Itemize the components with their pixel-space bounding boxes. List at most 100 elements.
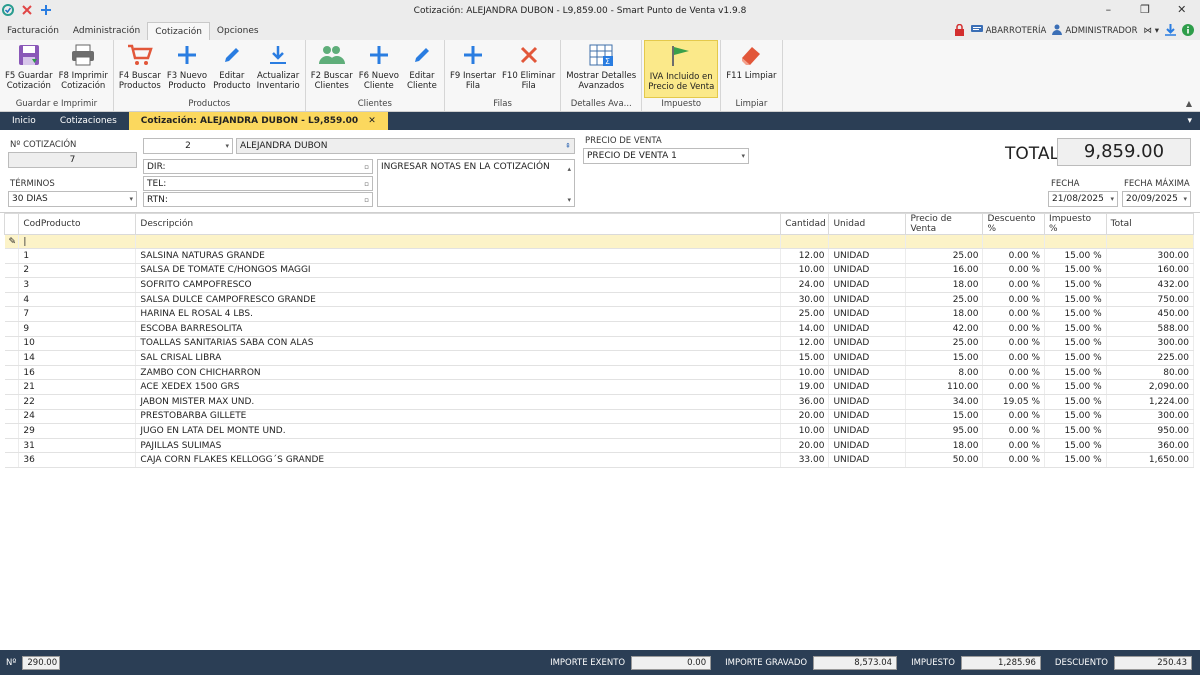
edit-product-button[interactable]: Editar Producto [210, 40, 253, 98]
table-cell[interactable]: 25.00 [780, 306, 830, 322]
new-client-button[interactable]: F6 Nuevo Cliente [356, 40, 402, 98]
info-icon[interactable] [1182, 23, 1194, 39]
table-cell[interactable]: 15.00 % [1044, 277, 1107, 293]
table-cell[interactable]: 50.00 [905, 452, 984, 468]
table-cell[interactable]: 15.00 % [1044, 452, 1107, 468]
table-cell[interactable]: 15.00 % [1044, 350, 1107, 366]
table-cell[interactable]: UNIDAD [828, 350, 907, 366]
table-cell[interactable]: 1,224.00 [1106, 394, 1195, 410]
client-card-icon[interactable]: ⇞ [565, 139, 571, 153]
table-cell[interactable]: 12.00 [780, 336, 830, 352]
table-cell[interactable]: UNIDAD [828, 277, 907, 293]
table-cell[interactable]: 3 [18, 277, 137, 293]
table-row[interactable]: 24 PRESTOBARBA GILLETE 20.00 UNIDAD 15.00 0.0… [4, 409, 1195, 425]
table-row[interactable]: 31 PAJILLAS SULIMAS 20.00 UNIDAD 18.00 0.00 %… [4, 438, 1195, 454]
advanced-details-button[interactable]: Σ Mostrar Detalles Avanzados [563, 40, 639, 98]
save-quote-button[interactable]: F5 Guardar Cotización [2, 40, 56, 98]
tab-cotizaciones[interactable]: Cotizaciones [48, 112, 129, 130]
table-cell[interactable]: UNIDAD [828, 292, 907, 308]
table-cell[interactable]: 36.00 [780, 394, 830, 410]
table-cell[interactable]: UNIDAD [828, 336, 907, 352]
table-cell[interactable]: 0.00 % [982, 336, 1046, 352]
table-cell[interactable]: 10.00 [780, 263, 830, 279]
phone-field[interactable]: TEL: ▫ [143, 176, 373, 191]
row-indicator[interactable] [4, 306, 20, 322]
sale-price-select[interactable]: PRECIO DE VENTA 1 ▾ [583, 148, 749, 164]
table-cell[interactable]: PRESTOBARBA GILLETE [135, 409, 782, 425]
table-cell[interactable]: 10 [18, 336, 137, 352]
table-cell[interactable]: UNIDAD [828, 394, 907, 410]
table-cell[interactable]: 0.00 % [982, 423, 1046, 439]
tab-current-quote[interactable]: Cotización: ALEJANDRA DUBON - L9,859.00 … [128, 112, 388, 130]
table-cell[interactable]: 14.00 [780, 321, 830, 337]
table-cell[interactable]: SALSA DULCE CAMPOFRESCO GRANDE [135, 292, 782, 308]
table-cell[interactable]: 588.00 [1106, 321, 1195, 337]
row-indicator[interactable] [4, 350, 20, 366]
table-cell[interactable]: 25.00 [905, 248, 984, 264]
minimize-button[interactable]: – [1090, 0, 1127, 22]
table-cell[interactable]: 12.00 [780, 248, 830, 264]
table-cell[interactable]: 0.00 % [982, 379, 1046, 395]
table-cell[interactable]: UNIDAD [828, 409, 907, 425]
table-cell[interactable]: UNIDAD [828, 423, 907, 439]
table-cell[interactable]: 24.00 [780, 277, 830, 293]
table-cell[interactable]: ZAMBO CON CHICHARRON [135, 365, 782, 381]
row-indicator[interactable] [4, 248, 20, 264]
notes-textarea[interactable]: INGRESAR NOTAS EN LA COTIZACIÓN ▴ ▾ [377, 159, 575, 207]
table-cell[interactable]: 15.00 % [1044, 336, 1107, 352]
close-tab-icon[interactable]: ✕ [368, 112, 376, 130]
delete-row-button[interactable]: F10 Eliminar Fila [499, 40, 558, 98]
table-cell[interactable]: 15.00 [905, 409, 984, 425]
scroll-up-icon[interactable]: ▴ [567, 162, 571, 176]
user-selector[interactable]: ADMINISTRADOR [1052, 24, 1138, 38]
table-cell[interactable]: 25.00 [905, 292, 984, 308]
table-cell[interactable]: UNIDAD [828, 248, 907, 264]
table-cell[interactable]: 300.00 [1106, 409, 1195, 425]
table-row[interactable]: 9 ESCOBA BARRESOLITA 14.00 UNIDAD 42.00 0.00 … [4, 321, 1195, 337]
table-cell[interactable]: 7 [18, 306, 137, 322]
table-cell[interactable]: 15.00 % [1044, 306, 1107, 322]
table-row[interactable]: 4 SALSA DULCE CAMPOFRESCO GRANDE 30.00 UNID… [4, 292, 1195, 308]
print-quote-button[interactable]: F8 Imprimir Cotización [56, 40, 111, 98]
new-row-cell[interactable] [905, 234, 984, 249]
table-cell[interactable]: JABON MISTER MAX UND. [135, 394, 782, 410]
new-row-cell[interactable] [828, 234, 907, 249]
table-cell[interactable]: 432.00 [1106, 277, 1195, 293]
table-cell[interactable]: TOALLAS SANITARIAS SABA CON ALAS [135, 336, 782, 352]
address-field[interactable]: DIR: ▫ [143, 159, 373, 174]
table-cell[interactable]: 8.00 [905, 365, 984, 381]
lock-icon[interactable] [954, 23, 965, 39]
table-cell[interactable]: 950.00 [1106, 423, 1195, 439]
table-cell[interactable]: UNIDAD [828, 379, 907, 395]
new-product-button[interactable]: F3 Nuevo Producto [164, 40, 210, 98]
table-cell[interactable]: SAL CRISAL LIBRA [135, 350, 782, 366]
row-indicator[interactable] [4, 292, 20, 308]
table-cell[interactable]: UNIDAD [828, 306, 907, 322]
header-cod-producto[interactable]: CodProducto [18, 213, 137, 235]
table-cell[interactable]: 15.00 [780, 350, 830, 366]
table-cell[interactable]: 15.00 [905, 350, 984, 366]
table-cell[interactable]: 21 [18, 379, 137, 395]
row-indicator[interactable] [4, 409, 20, 425]
new-row-cell[interactable] [1044, 234, 1107, 249]
table-cell[interactable]: 360.00 [1106, 438, 1195, 454]
table-cell[interactable]: 18.00 [905, 438, 984, 454]
row-indicator[interactable] [4, 321, 20, 337]
table-cell[interactable]: UNIDAD [828, 452, 907, 468]
table-cell[interactable]: 30.00 [780, 292, 830, 308]
table-cell[interactable]: 0.00 % [982, 365, 1046, 381]
table-cell[interactable]: UNIDAD [828, 321, 907, 337]
table-cell[interactable]: UNIDAD [828, 438, 907, 454]
tab-administracion[interactable]: Administración [66, 22, 147, 40]
table-cell[interactable]: 0.00 % [982, 321, 1046, 337]
table-cell[interactable]: 1 [18, 248, 137, 264]
table-row[interactable]: 29 JUGO EN LATA DEL MONTE UND. 10.00 UNIDAD… [4, 423, 1195, 439]
table-cell[interactable]: 20.00 [780, 409, 830, 425]
tabs-menu-icon[interactable]: ▾ [1187, 112, 1200, 130]
table-cell[interactable]: 34.00 [905, 394, 984, 410]
table-cell[interactable]: 95.00 [905, 423, 984, 439]
maximize-button[interactable]: ❐ [1127, 0, 1164, 22]
tab-opciones[interactable]: Opciones [210, 22, 266, 40]
table-cell[interactable]: 18.00 [905, 277, 984, 293]
table-cell[interactable]: 0.00 % [982, 263, 1046, 279]
